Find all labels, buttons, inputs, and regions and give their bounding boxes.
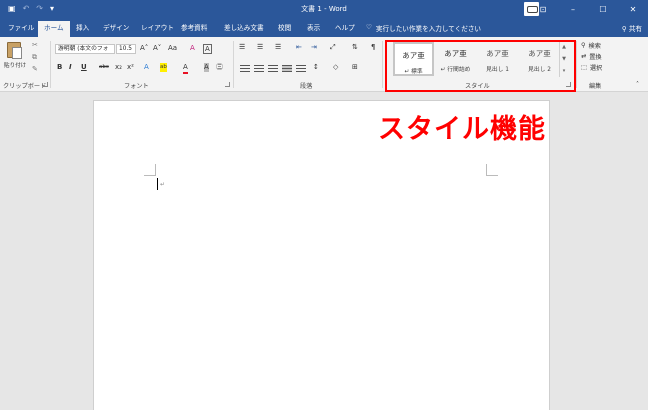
document-page[interactable]: ↵ (93, 100, 550, 410)
tab-references[interactable]: 参考資料 (181, 22, 207, 37)
search-icon: ⚲ (581, 42, 586, 49)
subscript-icon[interactable]: x₂ (115, 63, 122, 72)
ribbon-display-icon[interactable]: ⊡ (528, 5, 558, 14)
group-divider (50, 41, 51, 88)
text-effects-icon[interactable]: A (144, 63, 149, 72)
align-right-icon[interactable] (268, 65, 278, 72)
ribbon-tab-row: ファイル ホーム 挿入 デザイン レイアウト 参考資料 差し込み文書 校閲 表示… (0, 19, 648, 37)
paragraph-mark: ↵ (160, 181, 166, 188)
numbering-icon[interactable]: ☰ (257, 43, 263, 52)
tab-home[interactable]: ホーム (38, 21, 70, 37)
collapse-ribbon-icon[interactable]: ˄ (636, 80, 639, 89)
crop-mark-top-right (486, 164, 498, 176)
align-center-icon[interactable] (254, 65, 264, 72)
group-divider (233, 41, 234, 88)
person-icon: ⚲ (621, 25, 627, 33)
font-size-box[interactable]: 10.5 (116, 44, 136, 54)
select-icon: ⬚ (581, 64, 587, 71)
font-name-box[interactable]: 游明朝 (本文のフォ (55, 44, 115, 54)
annotation-text: スタイル機能 (378, 114, 546, 145)
cut-icon[interactable]: ✂ (32, 41, 38, 49)
tell-me-text: 実行したい作業を入力してください (375, 25, 482, 33)
clear-format-icon[interactable]: A (190, 44, 195, 53)
italic-icon[interactable]: I (69, 63, 72, 72)
underline-icon[interactable]: U (81, 63, 87, 72)
group-divider (576, 41, 577, 88)
borders-icon[interactable]: ⊞ (352, 63, 358, 72)
maximize-button[interactable]: ☐ (588, 5, 618, 14)
align-left-icon[interactable] (240, 65, 250, 72)
replace-button[interactable]: ⇄ 置換 (581, 52, 602, 61)
paste-label[interactable]: 貼り付け (4, 61, 26, 69)
tab-review[interactable]: 校閲 (278, 22, 291, 37)
shading-icon[interactable]: ◇ (333, 63, 338, 72)
justify-icon[interactable] (282, 65, 292, 72)
font-launcher-icon[interactable] (225, 82, 230, 87)
sort-icon[interactable]: ⇅ (352, 43, 358, 52)
close-button[interactable]: ✕ (618, 5, 648, 14)
multilevel-list-icon[interactable]: ☰ (275, 43, 281, 52)
char-border-icon[interactable]: A (203, 44, 212, 54)
strikethrough-icon[interactable]: abc (99, 63, 109, 72)
group-label-editing: 編集 (589, 83, 602, 90)
share-button[interactable]: ⚲ 共有 (622, 23, 642, 33)
tab-design[interactable]: デザイン (103, 22, 129, 37)
lightbulb-icon: ♡ (366, 23, 372, 31)
select-label: 選択 (589, 65, 603, 72)
text-cursor (157, 178, 158, 190)
show-marks-icon[interactable]: ¶ (371, 43, 375, 52)
tab-help[interactable]: ヘルプ (335, 22, 355, 37)
bold-icon[interactable]: B (57, 63, 62, 72)
enclosed-char-icon[interactable]: ㊂ (216, 63, 223, 72)
share-label: 共有 (628, 25, 642, 33)
replace-icon: ⇄ (581, 53, 587, 60)
shrink-font-icon[interactable]: A˅ (153, 44, 161, 53)
group-label-font: フォント (124, 83, 149, 90)
group-label-paragraph: 段落 (300, 83, 313, 90)
asian-layout-icon[interactable]: ⤢ (330, 43, 336, 52)
styles-highlight-box (385, 40, 576, 92)
group-label-clipboard: クリップボード (3, 83, 47, 90)
crop-mark-top-left (144, 164, 156, 176)
tab-file[interactable]: ファイル (8, 22, 34, 37)
title-bar: ▣ ↶ ↷ ▾ 文書 1 - Word ⊡ – ☐ ✕ (0, 0, 648, 19)
find-button[interactable]: ⚲ 検索 (581, 41, 601, 50)
change-case-icon[interactable]: Aa (168, 44, 177, 53)
format-painter-icon[interactable]: ✎ (32, 65, 38, 73)
clipboard-launcher-icon[interactable] (43, 82, 48, 87)
paste-icon[interactable] (7, 42, 22, 59)
char-shading-icon[interactable]: A (204, 63, 209, 72)
copy-icon[interactable]: ⧉ (32, 53, 37, 62)
tab-view[interactable]: 表示 (307, 22, 320, 37)
window-controls: ⊡ – ☐ ✕ (528, 0, 648, 19)
replace-label: 置換 (589, 54, 602, 61)
minimize-button[interactable]: – (558, 5, 588, 14)
tab-insert[interactable]: 挿入 (76, 22, 89, 37)
find-label: 検索 (588, 43, 601, 50)
select-button[interactable]: ⬚ 選択 (581, 63, 602, 72)
tell-me-box[interactable]: ♡ 実行したい作業を入力してください (366, 23, 481, 33)
group-divider (382, 41, 383, 88)
line-spacing-icon[interactable]: ↕ (313, 63, 319, 72)
tab-layout[interactable]: レイアウト (141, 22, 174, 37)
decrease-indent-icon[interactable]: ⇤ (296, 43, 302, 52)
grow-font-icon[interactable]: A˄ (140, 44, 148, 53)
tab-mailings[interactable]: 差し込み文書 (224, 22, 264, 37)
highlight-icon[interactable]: ab (160, 63, 167, 72)
bullets-icon[interactable]: ☰ (239, 43, 245, 52)
increase-indent-icon[interactable]: ⇥ (311, 43, 317, 52)
distributed-icon[interactable] (296, 65, 306, 72)
font-color-icon[interactable]: A (183, 63, 188, 74)
superscript-icon[interactable]: x² (127, 63, 134, 72)
